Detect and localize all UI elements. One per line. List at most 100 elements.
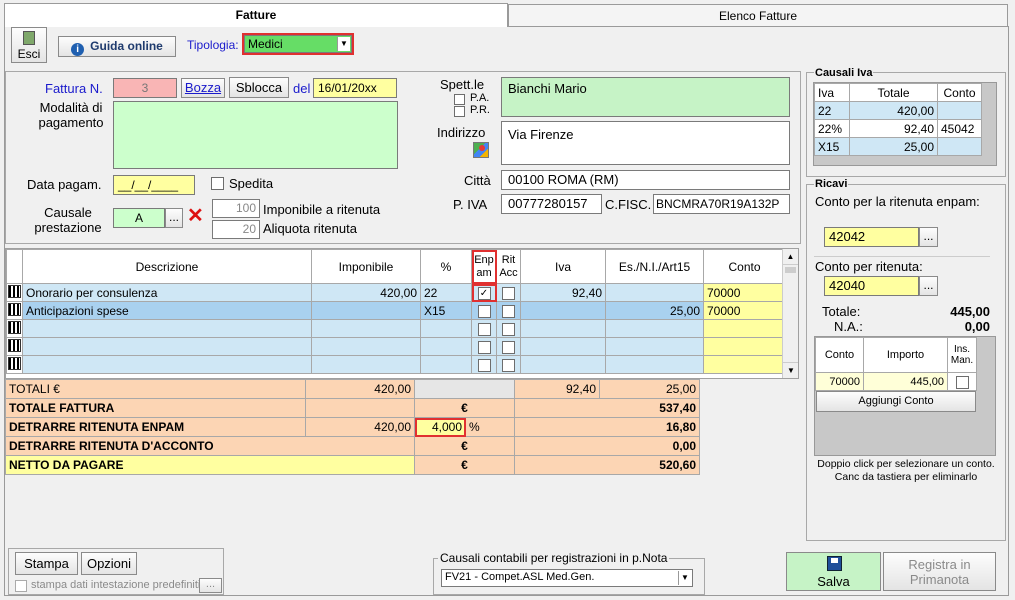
row-iva[interactable]: 92,40 [520,283,606,302]
enpam-account-field[interactable]: 42042 [824,227,919,247]
causali-iva-title: Causali Iva [814,67,874,79]
table-row[interactable] [6,337,786,356]
grid-header-descrizione: Descrizione [22,249,312,284]
recipient-name-field[interactable]: Bianchi Mario [501,77,790,117]
tipologia-select[interactable]: Medici ▼ [242,33,354,55]
stampa-button[interactable]: Stampa [15,552,78,575]
rit-account-field[interactable]: 42040 [824,276,919,296]
row-enpam-cell[interactable]: ✓ [471,283,497,302]
row-enpam-checkbox[interactable] [477,304,491,318]
table-row[interactable] [6,355,786,374]
add-account-button[interactable]: Aggiungi Conto [816,391,976,412]
enpam-account-lookup-button[interactable]: ... [919,227,938,247]
invoice-date-field[interactable]: 16/01/20xx [313,78,397,98]
row-imponibile[interactable]: 420,00 [311,283,421,302]
cf-field[interactable]: BNCMRA70R19A132P [653,194,790,214]
causali-iva-cell: X15 [814,137,850,156]
causali-contabili-select[interactable]: FV21 - Compet.ASL Med.Gen. ▼ [441,569,693,587]
enpam-perc-field[interactable]: 4,000 [414,417,466,437]
row-conto[interactable]: 70000 [703,301,786,320]
rit-account-lookup-button[interactable]: ... [919,276,938,296]
table-row[interactable]: X15 25,00 [814,137,982,156]
row-enpam-checkbox[interactable] [477,340,491,354]
invoice-number-field[interactable]: 3 [113,78,177,98]
aliquota-ritenuta-label: Aliquota ritenuta [263,221,357,236]
row-rit-checkbox[interactable] [502,358,515,372]
row-descrizione[interactable]: Anticipazioni spese [22,301,312,320]
payment-date-field[interactable]: __/__/____ [113,175,195,195]
exit-icon [23,31,35,45]
row-enpam-checkbox[interactable]: ✓ [477,286,491,300]
exit-button[interactable]: Esci [11,27,47,63]
bozza-button[interactable]: Bozza [181,78,225,98]
exit-label: Esci [17,47,41,61]
tab-elenco-fatture[interactable]: Elenco Fatture [508,4,1008,26]
delete-icon[interactable]: ✕ [187,206,204,226]
imponibile-ritenuta-field[interactable]: 100 [212,199,260,218]
pr-checkbox[interactable] [454,106,465,117]
perc-sign: % [465,417,515,437]
ricavi-importo-cell[interactable]: 445,00 [863,372,948,391]
table-row[interactable]: 22 420,00 [814,101,982,120]
scroll-thumb[interactable] [785,267,796,273]
row-conto[interactable]: 70000 [703,283,786,302]
aliquota-ritenuta-field[interactable]: 20 [212,220,260,239]
stampa-dati-checkbox[interactable] [15,580,27,592]
table-row[interactable]: Onorario per consulenza 420,00 22 ✓ 92,4… [6,283,786,302]
scroll-up-icon[interactable]: ▲ [783,249,798,265]
row-perc[interactable]: X15 [420,301,472,320]
acconto-row: DETRARRE RITENUTA D'ACCONTO € 0,00 [5,436,700,456]
row-enpam-checkbox[interactable] [477,322,491,336]
grid-header-perc: % [420,249,472,284]
row-enpam-checkbox[interactable] [477,358,491,372]
scroll-down-icon[interactable]: ▼ [783,362,798,378]
info-icon: i [71,43,85,56]
row-rit-cell[interactable] [496,283,521,302]
row-rit-checkbox[interactable] [502,304,515,318]
row-perc[interactable]: 22 [420,283,472,302]
causale-lookup-button[interactable]: ... [165,208,183,228]
row-esente[interactable]: 25,00 [605,301,704,320]
row-esente[interactable] [605,283,704,302]
row-icon [8,356,21,370]
spedita-checkbox[interactable] [211,177,224,190]
ricavi-table-wrap: Conto Importo Ins. Man. 70000 445,00 Aggiun… [814,336,996,456]
causale-field[interactable]: A [113,208,165,228]
grid-scrollbar[interactable]: ▲ ▼ [782,249,798,378]
row-rit-checkbox[interactable] [502,340,515,354]
row-enpam-cell[interactable] [471,301,497,320]
euro-sign: € [414,398,515,418]
ricavi-conto-cell[interactable]: 70000 [815,372,864,391]
row-descrizione[interactable]: Onorario per consulenza [22,283,312,302]
causali-conto-cell[interactable]: 45042 [937,119,982,138]
row-rit-cell[interactable] [496,301,521,320]
grid-header-enpam: Enp am [471,249,497,284]
table-row[interactable]: 22% 92,40 45042 [814,119,982,138]
row-iva[interactable] [520,301,606,320]
tab-fatture[interactable]: Fatture [4,3,508,27]
city-field[interactable]: 00100 ROMA (RM) [501,170,790,190]
salva-button[interactable]: Salva [786,552,881,591]
opzioni-button[interactable]: Opzioni [81,552,137,575]
table-row[interactable]: 70000 445,00 [815,372,977,391]
piva-field[interactable]: 00777280157 [501,194,602,214]
causali-iva-table-wrap: Iva Totale Conto 22 420,00 22% 92,40 45042 X1… [813,82,997,166]
guide-online-button[interactable]: i Guida online [58,36,176,57]
ins-man-checkbox[interactable] [955,375,969,389]
payment-method-field[interactable] [113,101,398,169]
registra-button[interactable]: Registra in Primanota [883,552,996,591]
address-field[interactable]: Via Firenze [501,121,790,165]
table-row[interactable] [6,319,786,338]
table-row[interactable]: Anticipazioni spese X15 25,00 70000 [6,301,786,320]
row-rit-checkbox[interactable] [502,286,515,300]
row-rit-checkbox[interactable] [502,322,515,336]
stampa-dati-lookup-button[interactable]: ... [199,578,222,593]
causali-conto-cell[interactable] [937,101,982,120]
causali-conto-cell[interactable] [937,137,982,156]
pa-checkbox[interactable] [454,94,465,105]
sblocca-button[interactable]: Sblocca [229,77,289,98]
totali-label: TOTALI € [5,379,306,399]
row-imponibile[interactable] [311,301,421,320]
map-icon[interactable] [473,142,489,158]
pa-label: P.A. [470,92,490,104]
